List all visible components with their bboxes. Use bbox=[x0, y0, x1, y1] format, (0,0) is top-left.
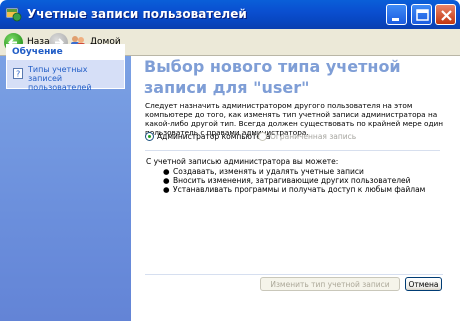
capability-list: ● Создавать, изменять и удалять учетные … bbox=[163, 167, 425, 194]
list-item: ● Создавать, изменять и удалять учетные … bbox=[163, 167, 364, 176]
user-accounts-icon bbox=[5, 7, 22, 22]
minimize-icon bbox=[392, 18, 399, 21]
radio-administrator-label[interactable]: Администратор компьютера bbox=[157, 132, 270, 141]
close-button[interactable] bbox=[435, 4, 456, 25]
maximize-icon bbox=[416, 9, 429, 21]
change-account-type-button[interactable]: Изменить тип учетной записи bbox=[260, 277, 400, 291]
radio-limited bbox=[258, 132, 267, 141]
info-title: С учетной записью администратора вы може… bbox=[146, 157, 339, 166]
task-pane bbox=[0, 56, 131, 321]
list-item: ● Устанавливать программы и получать дос… bbox=[163, 185, 426, 194]
cancel-button[interactable]: Отмена bbox=[405, 277, 442, 291]
maximize-button[interactable] bbox=[411, 4, 432, 25]
bottom-separator bbox=[145, 274, 443, 275]
list-item: ● Вносить изменения, затрагивающие други… bbox=[163, 176, 411, 185]
options-divider bbox=[145, 150, 440, 151]
page-heading: Выбор нового типа учетной записи для "us… bbox=[144, 57, 401, 97]
minimize-button[interactable] bbox=[386, 4, 407, 25]
radio-administrator[interactable] bbox=[145, 132, 154, 141]
help-doc-icon: ? bbox=[13, 68, 23, 79]
title-bar: Учетные записи пользователей bbox=[0, 0, 460, 29]
svg-text:?: ? bbox=[16, 70, 20, 79]
close-icon bbox=[441, 10, 452, 21]
link-account-types[interactable]: Типы учетных записей пользователей bbox=[28, 65, 122, 92]
window-title: Учетные записи пользователей bbox=[27, 7, 247, 21]
radio-limited-label: Ограниченная запись bbox=[270, 132, 357, 141]
learn-panel-title: Обучение bbox=[6, 44, 125, 60]
